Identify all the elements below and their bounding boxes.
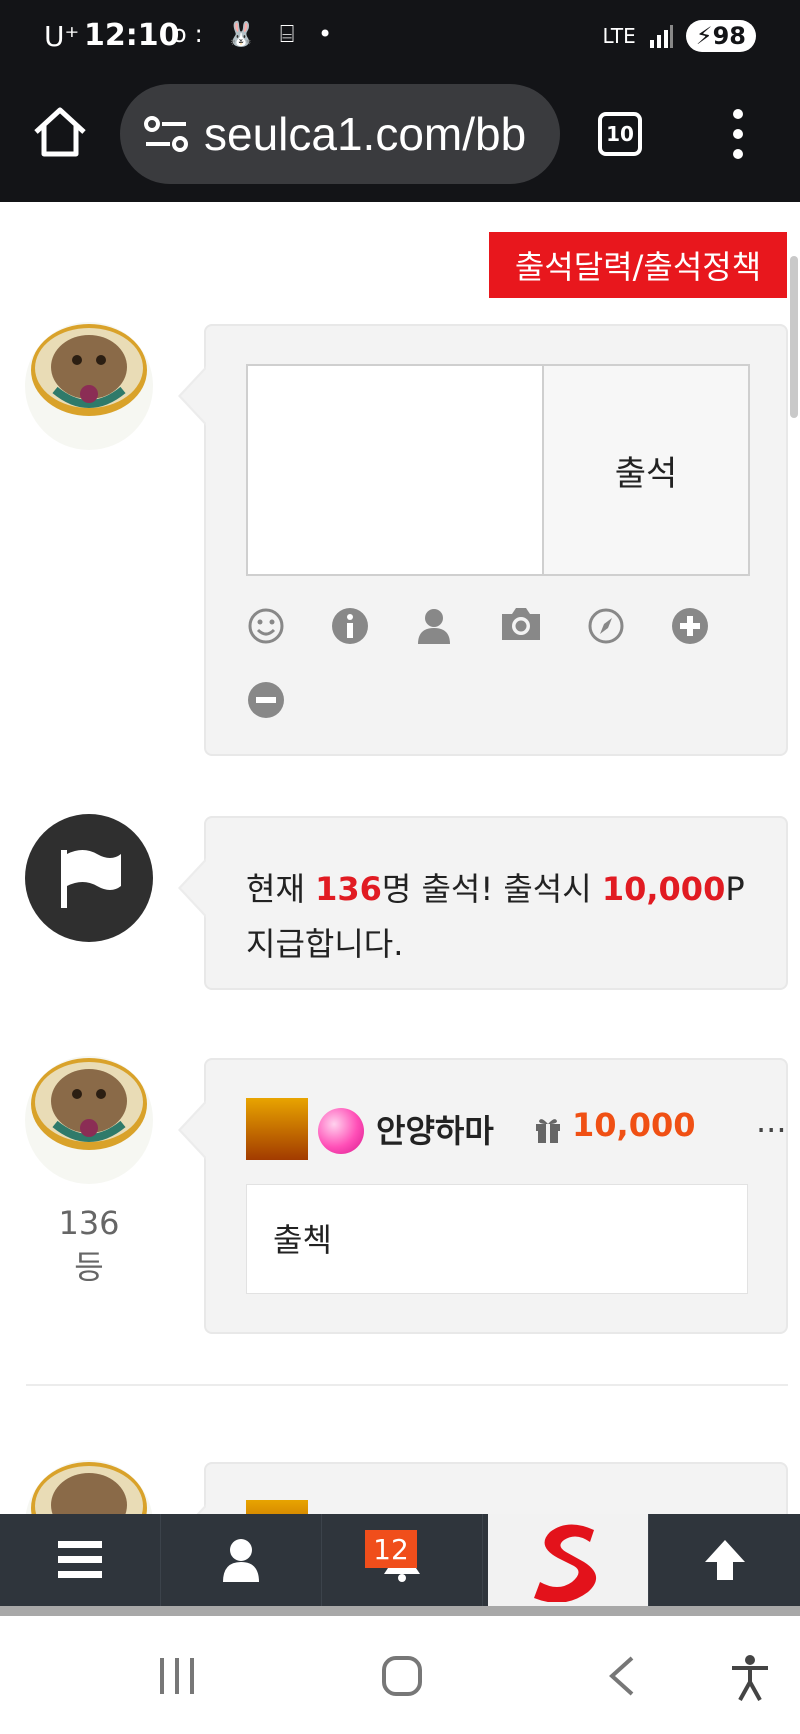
network-label: LTE bbox=[602, 24, 636, 48]
entry-more-button[interactable]: ... bbox=[756, 1102, 787, 1140]
back-icon[interactable] bbox=[606, 1656, 636, 1696]
browser-toolbar: seulca1.com/bb 10 bbox=[0, 74, 800, 202]
profile-button[interactable] bbox=[161, 1514, 322, 1606]
cat-avatar-icon bbox=[31, 1462, 147, 1514]
entry-points: 10,000 bbox=[572, 1106, 696, 1144]
notice-middle: 명 출석! 출석시 bbox=[381, 870, 602, 908]
notice-text: 현재 136명 출석! 출석시 10,000P 지급합니다. bbox=[246, 862, 766, 972]
points-suffix: P bbox=[725, 870, 745, 908]
divider bbox=[26, 1384, 788, 1386]
tab-count: 10 bbox=[606, 122, 634, 146]
s-logo-icon bbox=[534, 1524, 596, 1602]
attendance-count: 136 bbox=[315, 870, 382, 908]
scroll-top-button[interactable] bbox=[649, 1514, 800, 1606]
attendance-calendar-button[interactable]: 출석달력/출석정책 bbox=[489, 232, 787, 298]
reward-points: 10,000 bbox=[601, 870, 726, 908]
level-badge-icon bbox=[246, 1500, 308, 1514]
accessibility-icon[interactable] bbox=[728, 1654, 772, 1702]
address-bar[interactable]: seulca1.com/bb bbox=[120, 84, 560, 184]
level-badge-icon bbox=[246, 1098, 308, 1160]
cat-avatar-icon bbox=[31, 324, 147, 416]
notice-prefix: 현재 bbox=[246, 870, 316, 908]
clock: 12:10 bbox=[84, 18, 180, 53]
site-settings-icon[interactable] bbox=[142, 114, 190, 154]
more-vert-icon[interactable] bbox=[728, 106, 748, 162]
entry-avatar[interactable] bbox=[25, 1056, 153, 1184]
cat-avatar-icon bbox=[31, 1058, 147, 1150]
status-icons: ᴏ: 🐰 ⌸ • bbox=[172, 20, 341, 48]
battery-level: 98 bbox=[712, 22, 746, 50]
carrier-label: U⁺ bbox=[44, 20, 80, 53]
user-avatar[interactable] bbox=[25, 322, 153, 450]
attendance-entry: 안양하마 10,000 ... 출첵 bbox=[178, 1058, 788, 1334]
site-logo-button[interactable] bbox=[488, 1514, 649, 1606]
next-entry-avatar[interactable] bbox=[25, 1460, 153, 1514]
notice-line2: 지급합니다. bbox=[246, 925, 404, 963]
attendance-submit-button[interactable]: 출석 bbox=[544, 364, 750, 576]
menu-button[interactable] bbox=[0, 1514, 161, 1606]
user-icon[interactable] bbox=[414, 606, 454, 646]
system-navigation-bar bbox=[0, 1616, 800, 1734]
compose-panel: 출석 bbox=[178, 324, 788, 756]
home-icon[interactable] bbox=[30, 102, 90, 162]
entry-nickname[interactable]: 안양하마 bbox=[376, 1106, 494, 1152]
attendance-comment-input[interactable] bbox=[246, 364, 544, 576]
bottom-navigation: 12 bbox=[0, 1514, 800, 1616]
entry-rank: 136등 bbox=[58, 1204, 120, 1286]
next-attendance-entry bbox=[178, 1462, 788, 1514]
attendance-notice: 현재 136명 출석! 출석시 10,000P 지급합니다. bbox=[178, 816, 788, 990]
scrollbar[interactable] bbox=[790, 256, 798, 418]
status-bar: U⁺ 12:10 ᴏ: 🐰 ⌸ • LTE ⚡98 bbox=[0, 0, 800, 74]
page-content: 출석달력/출석정책 출석 현재 136명 출석! 출석시 10,000P 지급합… bbox=[0, 202, 800, 1514]
signal-icon bbox=[649, 25, 673, 48]
compass-icon[interactable] bbox=[586, 606, 626, 646]
flag-icon bbox=[61, 850, 121, 908]
camera-icon[interactable] bbox=[498, 604, 544, 644]
info-icon[interactable] bbox=[330, 606, 370, 646]
notification-badge: 12 bbox=[365, 1530, 417, 1568]
emoticon-icon[interactable] bbox=[246, 606, 286, 646]
battery-indicator: ⚡98 bbox=[685, 20, 756, 52]
notice-avatar bbox=[25, 814, 153, 942]
home-circle-icon[interactable] bbox=[380, 1654, 424, 1698]
url-text: seulca1.com/bb bbox=[204, 108, 527, 160]
entry-comment: 출첵 bbox=[246, 1184, 748, 1294]
minus-circle-icon[interactable] bbox=[246, 680, 286, 720]
gem-icon bbox=[318, 1108, 364, 1154]
user-icon bbox=[223, 1539, 259, 1582]
gift-icon bbox=[536, 1119, 560, 1143]
nav-underline bbox=[0, 1606, 800, 1616]
arrow-up-icon bbox=[704, 1540, 745, 1580]
recent-apps-icon[interactable] bbox=[156, 1656, 198, 1696]
hamburger-icon bbox=[58, 1541, 102, 1578]
tab-switcher-button[interactable]: 10 bbox=[598, 112, 642, 156]
entry-header: 안양하마 10,000 ... bbox=[246, 1098, 787, 1160]
plus-circle-icon[interactable] bbox=[670, 606, 710, 646]
